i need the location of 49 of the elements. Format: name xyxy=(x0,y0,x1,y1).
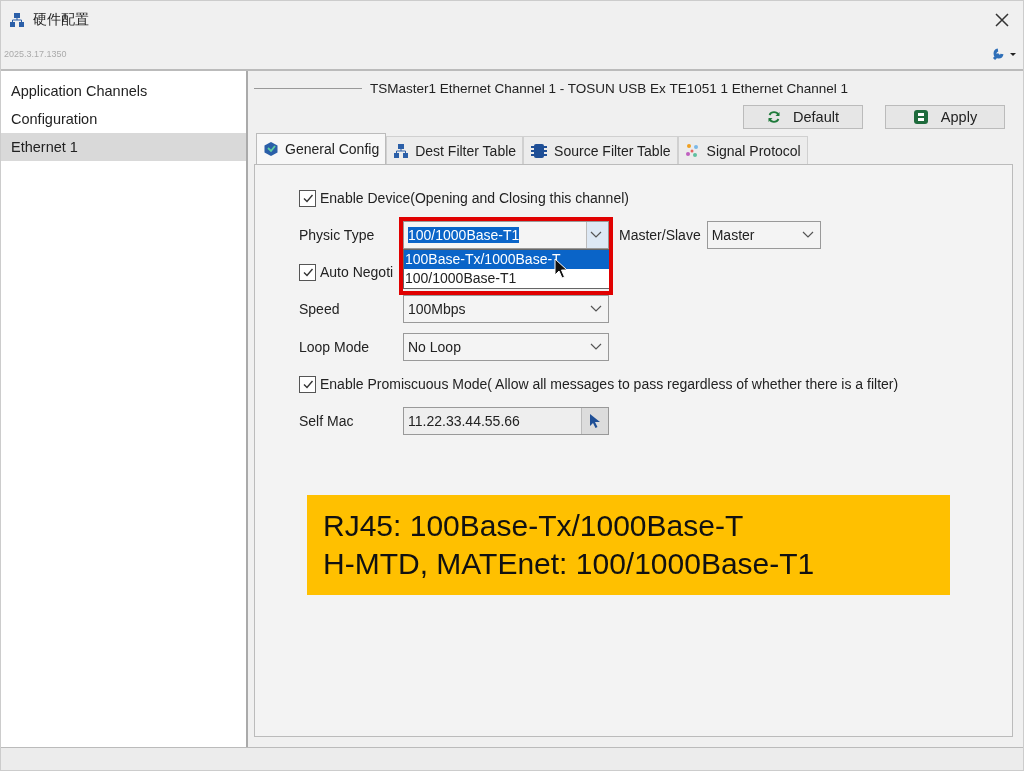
chevron-down-icon xyxy=(590,343,602,351)
dropdown[interactable]: No Loop xyxy=(403,333,609,361)
sidebar-item[interactable]: Ethernet 1 xyxy=(1,133,246,161)
default-button[interactable]: Default xyxy=(743,105,863,129)
tab[interactable]: Dest Filter Table xyxy=(386,136,524,164)
checkbox-label: Enable Promiscuous Mode( Allow all messages to pass regardless of whether there is a filter) xyxy=(320,376,899,392)
cube-icon xyxy=(263,141,279,157)
tab[interactable]: Signal Protocol xyxy=(677,136,808,164)
checkmark-icon xyxy=(301,378,314,390)
channel-title: TSMaster1 Ethernet Channel 1 - TOSUN USB Ex TE1051 1 Ethernet Channel 1 xyxy=(370,80,848,96)
pointer-icon[interactable] xyxy=(589,413,601,429)
version-label: 2025.3.17.1350 xyxy=(4,49,67,59)
network-icon xyxy=(9,12,25,28)
save-icon xyxy=(912,109,929,125)
checkbox[interactable] xyxy=(299,263,316,281)
dots-icon xyxy=(684,142,701,159)
dropdown[interactable]: Master xyxy=(706,221,821,249)
dropdown-option[interactable]: 100/1000Base-T1 xyxy=(404,269,610,288)
field-label: Master/Slave xyxy=(619,227,701,243)
mac-field[interactable]: 11.22.33.44.55.66 xyxy=(403,407,609,435)
tab[interactable]: Source Filter Table xyxy=(523,136,678,164)
tab[interactable]: General Config xyxy=(256,133,387,164)
checkbox[interactable] xyxy=(299,375,316,393)
field-label: Self Mac xyxy=(299,413,355,429)
wrench-menu-icon[interactable] xyxy=(991,47,1017,61)
note-line: RJ45: 100Base-Tx/1000Base-T xyxy=(323,508,745,544)
field-label: Loop Mode xyxy=(299,339,371,355)
window-title: 硬件配置 xyxy=(33,11,89,29)
refresh-icon xyxy=(767,110,781,124)
chevron-down-icon xyxy=(590,305,602,313)
checkbox-label: Enable Device(Opening and Closing this channel) xyxy=(320,190,629,206)
checkbox[interactable] xyxy=(299,189,316,207)
sidebar-item[interactable]: Configuration xyxy=(1,105,246,133)
sidebar-item[interactable]: Application Channels xyxy=(1,77,246,105)
chevron-down-icon xyxy=(590,231,602,239)
chevron-down-icon xyxy=(801,231,814,239)
chip-icon xyxy=(530,142,549,159)
close-icon[interactable] xyxy=(995,13,1009,27)
checkbox-label: Auto Negoti xyxy=(320,264,394,280)
dropdown[interactable]: 100/1000Base-T1 xyxy=(403,221,609,249)
dropdown-option[interactable]: 100Base-Tx/1000Base-T xyxy=(404,250,610,269)
apply-button[interactable]: Apply xyxy=(885,105,1005,129)
field-label: Physic Type xyxy=(299,227,376,243)
dropdown[interactable]: 100Mbps xyxy=(403,295,609,323)
field-label: Speed xyxy=(299,301,341,317)
note-line: H-MTD, MATEnet: 100/1000Base-T1 xyxy=(323,546,816,582)
checkmark-icon xyxy=(301,266,314,278)
network-icon xyxy=(393,142,410,159)
checkmark-icon xyxy=(301,192,314,204)
